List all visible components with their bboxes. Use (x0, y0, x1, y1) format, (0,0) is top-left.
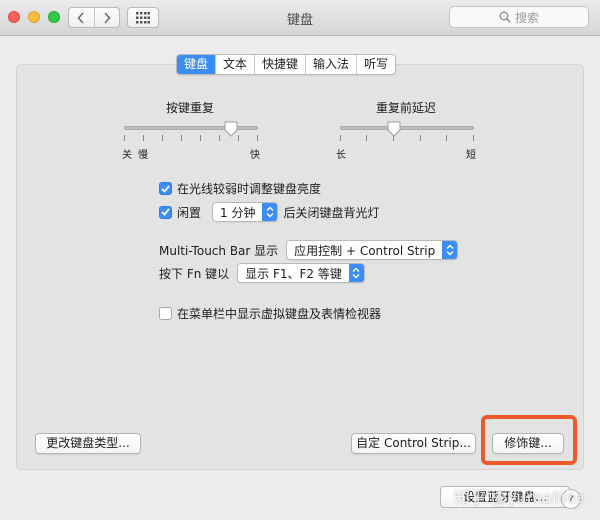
tab-input-sources[interactable]: 输入法 (305, 55, 356, 74)
search-icon (499, 11, 511, 23)
repeat-delay-ticks (340, 135, 474, 141)
tab-bar: 键盘 文本 快捷键 输入法 听写 (176, 54, 397, 75)
tab-keyboard[interactable]: 键盘 (177, 55, 216, 74)
fn-value: 显示 F1、F2 等键 (245, 266, 342, 281)
change-keyboard-type-button[interactable]: 更改键盘类型... (35, 433, 141, 454)
repeat-delay-track[interactable] (340, 126, 474, 130)
touchbar-label: Multi-Touch Bar 显示 (159, 243, 279, 258)
fn-select[interactable]: 显示 F1、F2 等键 (237, 263, 365, 283)
navigation-buttons (68, 7, 120, 28)
grid-icon (136, 11, 150, 23)
brightness-checkbox[interactable] (159, 182, 172, 195)
brightness-label: 在光线较弱时调整键盘亮度 (177, 182, 322, 196)
help-button[interactable]: ? (561, 489, 581, 509)
menubar-option[interactable]: 在菜单栏中显示虚拟键盘及表情检视器 (159, 305, 381, 322)
chevron-up-down-icon (348, 264, 364, 282)
chevron-right-icon (104, 11, 111, 24)
tab-shortcuts[interactable]: 快捷键 (254, 55, 305, 74)
menubar-checkbox[interactable] (159, 307, 172, 320)
menubar-label: 在菜单栏中显示虚拟键盘及表情检视器 (177, 307, 382, 321)
touchbar-row: Multi-Touch Bar 显示 应用控制 + Control Strip (159, 240, 459, 260)
fn-label: 按下 Fn 键以 (159, 266, 230, 281)
idle-checkbox[interactable] (159, 205, 172, 219)
key-repeat-slow-label: 慢 (138, 150, 148, 161)
title-bar: 键盘 搜索 (0, 0, 600, 36)
search-field[interactable]: 搜索 (449, 6, 589, 28)
key-repeat-title: 按键重复 (166, 101, 215, 115)
repeat-delay-title: 重复前延迟 (376, 101, 437, 115)
setup-bluetooth-keyboard-button[interactable]: 设置蓝牙键盘... (440, 486, 570, 508)
idle-option: 闲置 1 分钟 后关闭键盘背光灯 (159, 202, 379, 222)
zoom-window-button[interactable] (48, 11, 60, 23)
tab-text[interactable]: 文本 (215, 55, 254, 74)
show-all-button[interactable] (127, 7, 159, 28)
chevron-left-icon (77, 11, 84, 24)
customize-control-strip-button[interactable]: 自定 Control Strip... (351, 433, 476, 454)
checkmark-icon (161, 184, 170, 193)
brightness-option[interactable]: 在光线较弱时调整键盘亮度 (159, 180, 321, 197)
idle-duration-select[interactable]: 1 分钟 (212, 202, 279, 222)
modifier-highlight-box (481, 415, 577, 465)
key-repeat-off-label: 关 (122, 150, 132, 161)
search-placeholder: 搜索 (514, 10, 539, 25)
checkmark-icon (161, 208, 170, 216)
minimize-window-button[interactable] (28, 11, 40, 23)
back-button[interactable] (69, 8, 94, 27)
touchbar-select[interactable]: 应用控制 + Control Strip (286, 240, 459, 260)
repeat-delay-long-label: 长 (336, 150, 346, 161)
repeat-delay-slider-thumb[interactable] (387, 121, 401, 137)
forward-button[interactable] (93, 8, 120, 27)
repeat-delay-short-label: 短 (466, 150, 476, 161)
fn-row: 按下 Fn 键以 显示 F1、F2 等键 (159, 263, 365, 283)
close-window-button[interactable] (8, 11, 20, 23)
chevron-up-down-icon (262, 203, 278, 221)
idle-label: 闲置 (177, 205, 202, 220)
tab-dictation[interactable]: 听写 (356, 55, 395, 74)
idle-duration-value: 1 分钟 (220, 205, 256, 220)
idle-suffix-label: 后关闭键盘背光灯 (283, 205, 380, 220)
key-repeat-slider-thumb[interactable] (224, 121, 238, 137)
key-repeat-fast-label: 快 (250, 150, 260, 161)
touchbar-value: 应用控制 + Control Strip (294, 243, 436, 258)
chevron-up-down-icon (442, 241, 458, 259)
